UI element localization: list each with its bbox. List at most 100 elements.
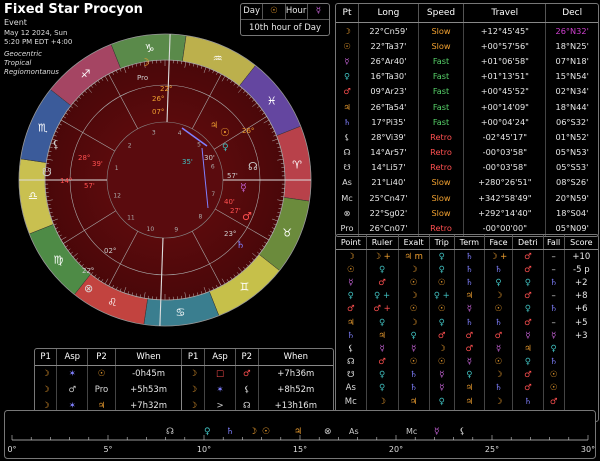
house-number: 1 — [115, 165, 119, 172]
table-row[interactable]: ☉ 22°Ta37' Slow +00°57'56" 18°N25' — [336, 38, 598, 54]
cell-ruler: ☿ — [366, 342, 399, 356]
jupiter-marker-icon[interactable]: ♃ — [294, 427, 302, 437]
mercury-icon[interactable]: ☿ — [240, 181, 247, 194]
cell-travel: -02°45'17" — [463, 129, 547, 145]
cell-trip: ♀ — [429, 249, 455, 264]
mercury-marker-icon[interactable]: ☿ — [434, 427, 440, 437]
dignity-header-exalt: Exalt — [398, 235, 430, 250]
table-row[interactable]: ☊ ♂ ☉ ☉ ☿ ☉ ♀ ♄ — [336, 355, 598, 369]
table-row[interactable]: ☽ ✶ ☉ -0h45m ☽ □ ♂ +7h36m — [35, 365, 333, 382]
sign-glyph: ♏ — [38, 121, 48, 134]
timeline-tick-label: 30° — [581, 445, 595, 454]
table-row[interactable]: ☽ ♂ Pro +5h53m ☽ ✶ ⚸ +8h52m — [35, 382, 333, 398]
cell: +7h36m — [277, 369, 315, 379]
venus-marker-icon[interactable]: ♀ — [204, 427, 211, 437]
sign-glyph: ♉ — [282, 227, 292, 240]
cell-fall: – — [543, 249, 565, 264]
cell: ☽ — [35, 365, 58, 382]
lilith-marker-icon[interactable]: ⚸ — [459, 427, 466, 437]
cell-exalt: ☉ — [398, 276, 430, 290]
lilith-icon[interactable]: ⚸ — [52, 138, 60, 151]
cell-point: ⚸ — [336, 129, 360, 145]
dignity-header-detri: Detri — [512, 235, 544, 250]
cell: ☽ — [181, 365, 205, 382]
table-row[interactable]: ♀ ♀ + ☽ ♀ + ♃ ☽ ♂ – +8 — [336, 289, 598, 303]
mc-minute: 07° — [152, 108, 164, 116]
cell-declination: 18°N44' — [555, 101, 589, 112]
cell-exalt: ☉ — [398, 302, 430, 316]
north-node-icon[interactable]: ☊ — [248, 160, 258, 173]
cell-exalt: ♄ — [398, 381, 430, 396]
cell-point: ☉ — [336, 263, 367, 277]
lilith-minute: 39' — [92, 160, 103, 168]
sun-icon[interactable]: ☉ — [220, 126, 230, 139]
cell-point: Mc — [336, 395, 367, 409]
venus-icon[interactable]: ♀ — [222, 143, 229, 153]
mars-icon[interactable]: ♂ — [242, 210, 252, 223]
table-row[interactable]: ☋ 14°Li57' Retro -00°03'58" 05°S53' — [336, 159, 598, 175]
house-number: 11 — [127, 215, 135, 222]
pof-marker-icon[interactable]: ⊗ — [324, 427, 332, 437]
cell-longitude: 26°Ta54' — [358, 98, 419, 115]
table-row[interactable]: Mc 25°Cn47' Slow +342°58'49" 20°N59' — [336, 190, 598, 206]
pof-minute: 02° — [104, 247, 116, 255]
table-row[interactable]: ♂ 09°Ar23' Fast +00°45'52" 02°N34' — [336, 83, 598, 99]
table-row[interactable]: ♃ ♀ ☽ ♀ ♄ ♄ ♂ – +5 — [336, 315, 598, 330]
asc-marker-icon[interactable]: As — [349, 427, 359, 436]
cell-point: ♀ — [336, 289, 367, 303]
chart-wheel[interactable]: 123 456789101112 ♈♉♊♋♌♍♎♏♐♑♒♓ ☽ Pro 26° 2… — [12, 8, 318, 348]
cell-trip: ☉ — [429, 355, 455, 369]
table-row[interactable]: ☋ ♀ ♄ ☿ ♀ ☽ ♂ ☉ — [336, 368, 598, 382]
sign-glyph: ♒ — [213, 52, 223, 65]
cell-longitude: 14°Ar57' — [358, 144, 419, 160]
table-row[interactable]: ♂ ♂ + ☉ ☉ ☿ ☉ ♀ ♄ +6 — [336, 302, 598, 316]
positions-header-decl: Decl — [545, 4, 598, 23]
moon-icon[interactable]: ☽ — [140, 56, 150, 69]
cell-point: ♂ — [336, 83, 360, 99]
cell-speed: Fast — [418, 53, 465, 69]
cell-point: ☽ — [336, 249, 367, 264]
table-row[interactable]: ☿ 26°Ar40' Fast +01°06'58" 07°N18' — [336, 53, 598, 69]
dignity-header-score: Score — [564, 235, 598, 250]
saturn-icon[interactable]: ♄ — [236, 240, 245, 251]
table-row[interactable]: ♄ 17°Pi35' Fast +00°04'24" 06°S32' — [336, 114, 598, 130]
table-row[interactable]: ☿ ♂ ☉ ☉ ♄ ♀ ♀ ♄ +2 — [336, 276, 598, 290]
aspect-header-asp: Asp — [204, 349, 237, 366]
cell-detri: ♀ — [512, 276, 544, 290]
table-row[interactable]: ⚸ ☿ ☿ ☽ ♂ ☿ ♃ ♀ — [336, 342, 598, 356]
cell-speed: Fast — [418, 114, 465, 130]
table-row[interactable]: ⊗ 22°Sg02' Slow +292°14'40" 18°S04' — [336, 205, 598, 221]
sun-marker-icon[interactable]: ☉ — [262, 427, 270, 437]
sign-glyph: ♌ — [107, 296, 117, 309]
degree-timeline[interactable]: 0° 5° 10° 15° 20° 25° 30° ☊ ♀ ♄ ☽ ☉ ♃ ⊗ As Mc … — [4, 410, 596, 459]
table-row[interactable]: ♃ 26°Ta54' Fast +00°14'09" 18°N44' — [336, 98, 598, 115]
table-row[interactable]: Mc ☽ ♃ ♀ ♃ ☽ ♄ ♂ — [336, 395, 598, 409]
south-node-icon[interactable]: ☋ — [42, 166, 52, 179]
cell-longitude: 28°Vi39' — [358, 129, 419, 145]
cell-ruler: ♃ — [366, 329, 399, 343]
part-of-fortune-icon[interactable]: ⊗ — [84, 282, 93, 295]
saturn-marker-icon[interactable]: ♄ — [226, 427, 234, 437]
table-row[interactable]: ♄ ♃ ♀ ♂ ♂ ♂ ☿ ☿ +3 — [336, 329, 598, 343]
aspects-table: P1 Asp P2 When P1 Asp P2 When ☽ ✶ ☉ -0h45m ☽ □ ♂ +7h36… — [34, 348, 334, 415]
table-row[interactable]: ☽ 22°Cn59' Slow +12°45'45" 26°N32' — [336, 22, 598, 39]
table-row[interactable]: ☊ 14°Ar57' Retro -00°03'58" 05°N53' — [336, 144, 598, 160]
mc-marker-icon[interactable]: Mc — [406, 427, 417, 436]
table-row[interactable]: As 21°Li40' Slow +280°26'51" 08°S26' — [336, 174, 598, 191]
cell-point: ♄ — [336, 114, 360, 130]
table-row[interactable]: ⚸ 28°Vi39' Retro -02°45'17" 01°N52' — [336, 129, 598, 145]
table-row[interactable]: As ♀ ♄ ☿ ♃ ♄ ♂ ☉ — [336, 381, 598, 396]
cell-travel: +12°45'45" — [463, 22, 547, 39]
table-row[interactable]: ☉ ♀ ☽ ♀ ♄ ♄ ♂ – -5 p — [336, 263, 598, 277]
node-marker-icon[interactable]: ☊ — [166, 427, 174, 437]
table-row[interactable]: ♀ 16°Ta30' Fast +01°13'51" 15°N54' — [336, 68, 598, 84]
moon-marker-icon[interactable]: ☽ — [249, 427, 257, 437]
cell-face: ☽ + — [484, 249, 514, 264]
table-row[interactable]: ☽ ☽ + ♃ m ♀ ♄ ☽ + ♂ – +10 — [336, 249, 598, 264]
dignity-header-term: Term — [454, 235, 485, 250]
aspect-header-asp: Asp — [56, 349, 89, 366]
positions-header-long: Long — [358, 4, 419, 23]
cell-point: ☽ — [336, 22, 360, 39]
jupiter-icon[interactable]: ♃ — [210, 121, 218, 131]
aspect-cell: ✶ — [56, 365, 89, 382]
